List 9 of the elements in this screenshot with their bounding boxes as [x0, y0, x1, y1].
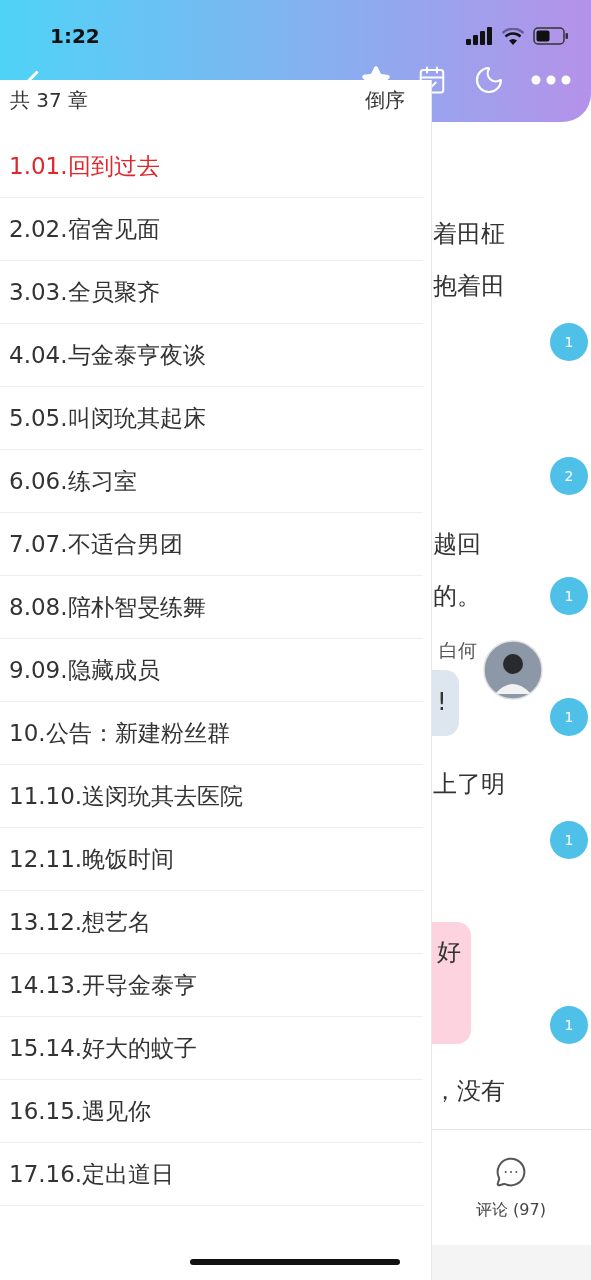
- story-text: 的。: [433, 581, 481, 612]
- chapter-count: 共 37 章: [10, 86, 89, 114]
- story-text: 越回: [433, 529, 481, 560]
- story-text: 上了明: [433, 769, 505, 800]
- story-text: 抱着田: [433, 271, 505, 302]
- speaker-name: 白何: [438, 640, 477, 660]
- status-time: 1:22: [50, 24, 100, 48]
- story-text: 着田柾: [433, 219, 505, 250]
- story-text: ，没有: [433, 1076, 505, 1107]
